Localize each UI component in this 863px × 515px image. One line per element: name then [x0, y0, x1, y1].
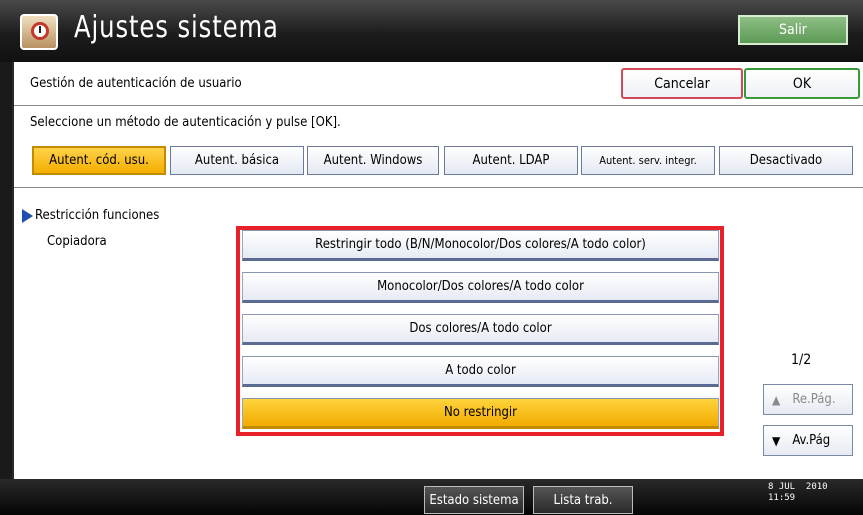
previous-page-button[interactable]: ▲ Re.Pág.	[763, 384, 853, 415]
date-time: 8 JUL 2010 11:59	[768, 482, 828, 504]
restrict-full-color-button[interactable]: A todo color	[242, 356, 719, 387]
job-list-button[interactable]: Lista trab.	[533, 486, 633, 514]
auth-basic-button[interactable]: Autent. básica	[170, 146, 304, 175]
triangle-right-icon	[22, 208, 33, 223]
restrict-mono-two-full-button[interactable]: Monocolor/Dos colores/A todo color	[242, 272, 719, 303]
cancel-button[interactable]: Cancelar	[621, 68, 743, 99]
system-settings-icon	[20, 14, 58, 50]
panel-header: Gestión de autenticación de usuario Canc…	[14, 62, 863, 106]
auth-windows-button[interactable]: Autent. Windows	[307, 146, 439, 175]
exit-button[interactable]: Salir	[738, 15, 848, 45]
copier-label: Copiadora	[47, 234, 107, 249]
arrow-down-icon: ▼	[772, 433, 781, 448]
time-text: 11:59	[768, 493, 796, 503]
ok-button[interactable]: OK	[744, 68, 860, 99]
system-status-button[interactable]: Estado sistema	[424, 486, 524, 514]
page-indicator: 1/2	[791, 352, 812, 368]
section-label: Restricción funciones	[35, 208, 160, 223]
title-bar: Ajustes sistema Salir	[0, 0, 863, 62]
auth-integration-server-button[interactable]: Autent. serv. integr.	[581, 146, 715, 175]
next-page-label: Av.Pág	[792, 433, 831, 448]
auth-ldap-button[interactable]: Autent. LDAP	[444, 146, 578, 175]
auth-user-code-button[interactable]: Autent. cód. usu.	[32, 146, 166, 175]
function-restriction-heading: Restricción funciones	[22, 208, 159, 223]
restrict-all-button[interactable]: Restringir todo (B/N/Monocolor/Dos color…	[242, 230, 719, 261]
restrict-two-full-button[interactable]: Dos colores/A todo color	[242, 314, 719, 345]
instruction-text: Seleccione un método de autenticación y …	[30, 115, 341, 130]
date-text: 8 JUL 2010	[768, 482, 828, 492]
previous-page-label: Re.Pág.	[792, 392, 836, 407]
arrow-up-icon: ▲	[772, 392, 781, 407]
divider	[14, 187, 863, 188]
page-title: Ajustes sistema	[74, 10, 279, 45]
next-page-button[interactable]: ▼ Av.Pág	[763, 425, 853, 456]
no-restriction-button[interactable]: No restringir	[242, 398, 719, 429]
status-bar: Estado sistema Lista trab. 8 JUL 2010 11…	[0, 479, 863, 515]
panel-title: Gestión de autenticación de usuario	[30, 76, 242, 91]
main-panel: Gestión de autenticación de usuario Canc…	[12, 62, 863, 479]
auth-disabled-button[interactable]: Desactivado	[719, 146, 853, 175]
